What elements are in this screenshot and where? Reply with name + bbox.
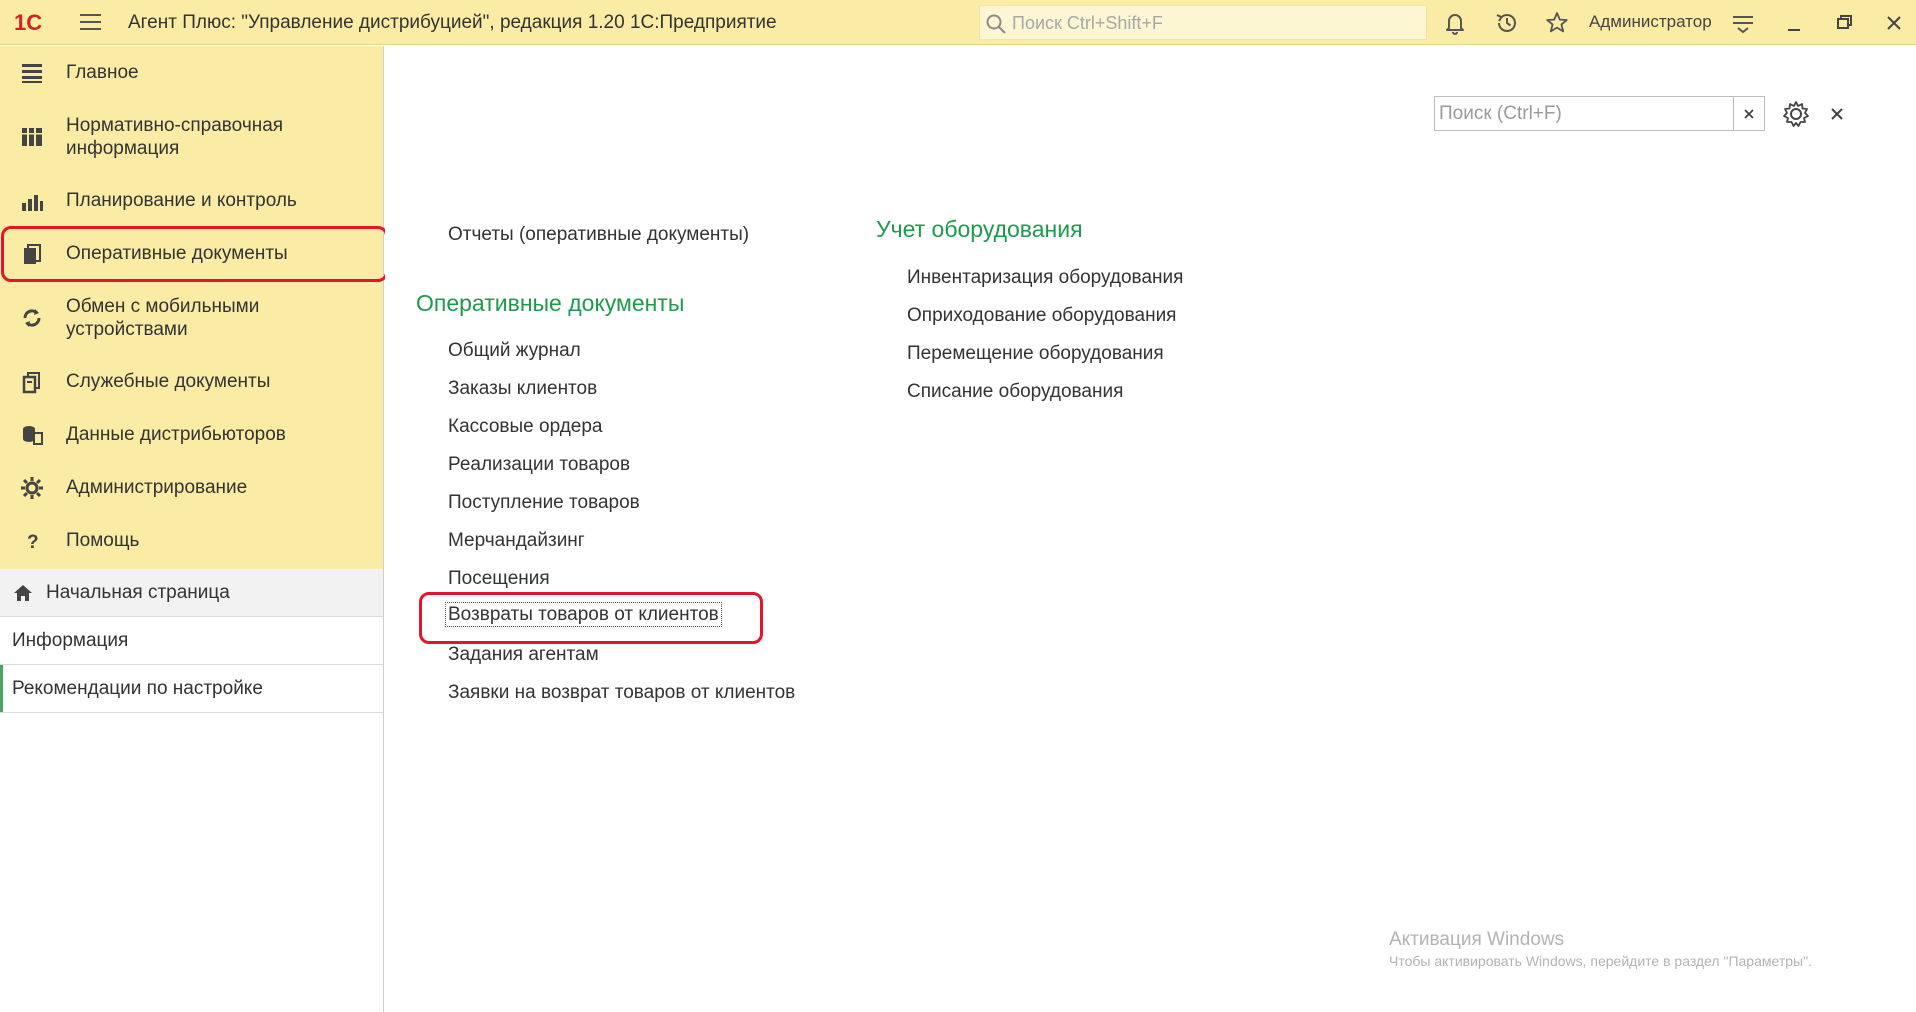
link-customer-returns[interactable]: Возвраты товаров от клиентов [445,602,722,627]
link-merchandising[interactable]: Мерчандайзинг [448,530,585,552]
nav-setup-recommendations[interactable]: Рекомендации по настройке [0,665,383,713]
sections-panel: Главное Нормативно-справочная информация… [0,46,383,569]
section-label: Служебные документы [66,371,271,392]
reports-link[interactable]: Отчеты (оперативные документы) [448,224,749,246]
section-planning[interactable]: Планирование и контроль [0,174,383,227]
home-icon [14,584,32,601]
history-icon[interactable] [1493,9,1521,37]
section-label: Планирование и контроль [66,190,297,211]
link-customer-orders[interactable]: Заказы клиентов [448,378,597,400]
bar-chart-icon [18,187,46,215]
search-icon [986,14,1006,34]
search-clear-button[interactable] [1733,97,1764,130]
panel-search[interactable] [1434,96,1765,131]
section-label: Обмен с мобильными устройствами [66,295,260,340]
section-distributor-data[interactable]: Данные дистрибьюторов [0,408,383,461]
app-title: Агент Плюс: "Управление дистрибуцией", р… [128,12,777,33]
nav-home-page[interactable]: Начальная страница [0,569,383,617]
link-agent-tasks[interactable]: Задания агентам [448,644,599,666]
section-operational-docs[interactable]: Оперативные документы [0,227,383,280]
restore-icon[interactable] [1824,6,1864,40]
section-label: Главное [66,62,139,83]
link-cash-orders[interactable]: Кассовые ордера [448,416,603,438]
menu-lines-icon [18,59,46,87]
star-icon[interactable] [1543,9,1571,37]
panel-settings-icon[interactable] [1780,98,1812,130]
section-label: Нормативно-справочная информация [66,114,284,159]
link-visits[interactable]: Посещения [448,568,550,590]
link-equipment-transfer[interactable]: Перемещение оборудования [907,343,1164,365]
link-customer-returns-label: Возвраты товаров от клиентов [445,602,722,627]
minimize-icon[interactable] [1774,6,1814,40]
app-logo-icon[interactable]: 1С [14,9,62,35]
link-equipment-writeoff[interactable]: Списание оборудования [907,381,1123,403]
clear-icon [1744,108,1754,119]
section-label: Оперативные документы [66,243,288,264]
section-service-docs[interactable]: Служебные документы [0,355,383,408]
link-goods-receipt[interactable]: Поступление товаров [448,492,640,514]
svg-text:1С: 1С [14,10,42,35]
link-return-requests[interactable]: Заявки на возврат товаров от клиентов [448,682,795,704]
group-title-equipment: Учет оборудования [876,216,1083,242]
settings-lines-icon[interactable] [1729,9,1757,37]
nav-information[interactable]: Информация [0,617,383,665]
service-docs-icon [18,368,46,396]
global-search-input[interactable] [1012,10,1412,36]
section-label: Помощь [66,530,140,551]
group-title-operational-docs: Оперативные документы [416,290,685,316]
close-icon[interactable] [1874,6,1914,40]
section-administration[interactable]: Администрирование [0,461,383,514]
section-label: Администрирование [66,477,248,498]
bell-icon[interactable] [1441,9,1469,37]
nav-information-label: Информация [12,629,129,651]
nav-setup-recommendations-label: Рекомендации по настройке [12,677,263,699]
svg-text:?: ? [27,532,39,553]
documents-icon [18,240,46,268]
windows-activation-subtitle: Чтобы активировать Windows, перейдите в … [1389,953,1812,969]
gear-icon [18,474,46,502]
main-menu-icon[interactable] [78,10,104,34]
windows-activation-title: Активация Windows [1389,929,1565,950]
panel-search-input[interactable] [1439,101,1719,126]
link-goods-sales[interactable]: Реализации товаров [448,454,630,476]
help-icon: ? [18,527,46,555]
section-label: Данные дистрибьюторов [66,424,286,445]
section-reference-info[interactable]: Нормативно-справочная информация [0,99,383,174]
global-search[interactable] [979,5,1427,40]
link-equipment-posting[interactable]: Оприходование оборудования [907,305,1176,327]
section-help[interactable]: ? Помощь [0,514,383,567]
section-mobile-exchange[interactable]: Обмен с мобильными устройствами [0,280,383,355]
nav-home-label: Начальная страница [46,581,230,603]
sync-icon [18,304,46,332]
panel-close-icon[interactable] [1825,102,1849,126]
title-bar: 1С Агент Плюс: "Управление дистрибуцией"… [0,0,1916,45]
section-main[interactable]: Главное [0,46,383,99]
user-name[interactable]: Администратор [1589,12,1712,32]
link-general-journal[interactable]: Общий журнал [448,340,581,362]
link-equipment-inventory[interactable]: Инвентаризация оборудования [907,267,1183,289]
sidebar: Главное Нормативно-справочная информация… [0,46,384,1012]
distributor-data-icon [18,421,46,449]
catalog-icon [18,123,46,151]
main-panel: Отчеты (оперативные документы) Оперативн… [385,46,1916,1012]
